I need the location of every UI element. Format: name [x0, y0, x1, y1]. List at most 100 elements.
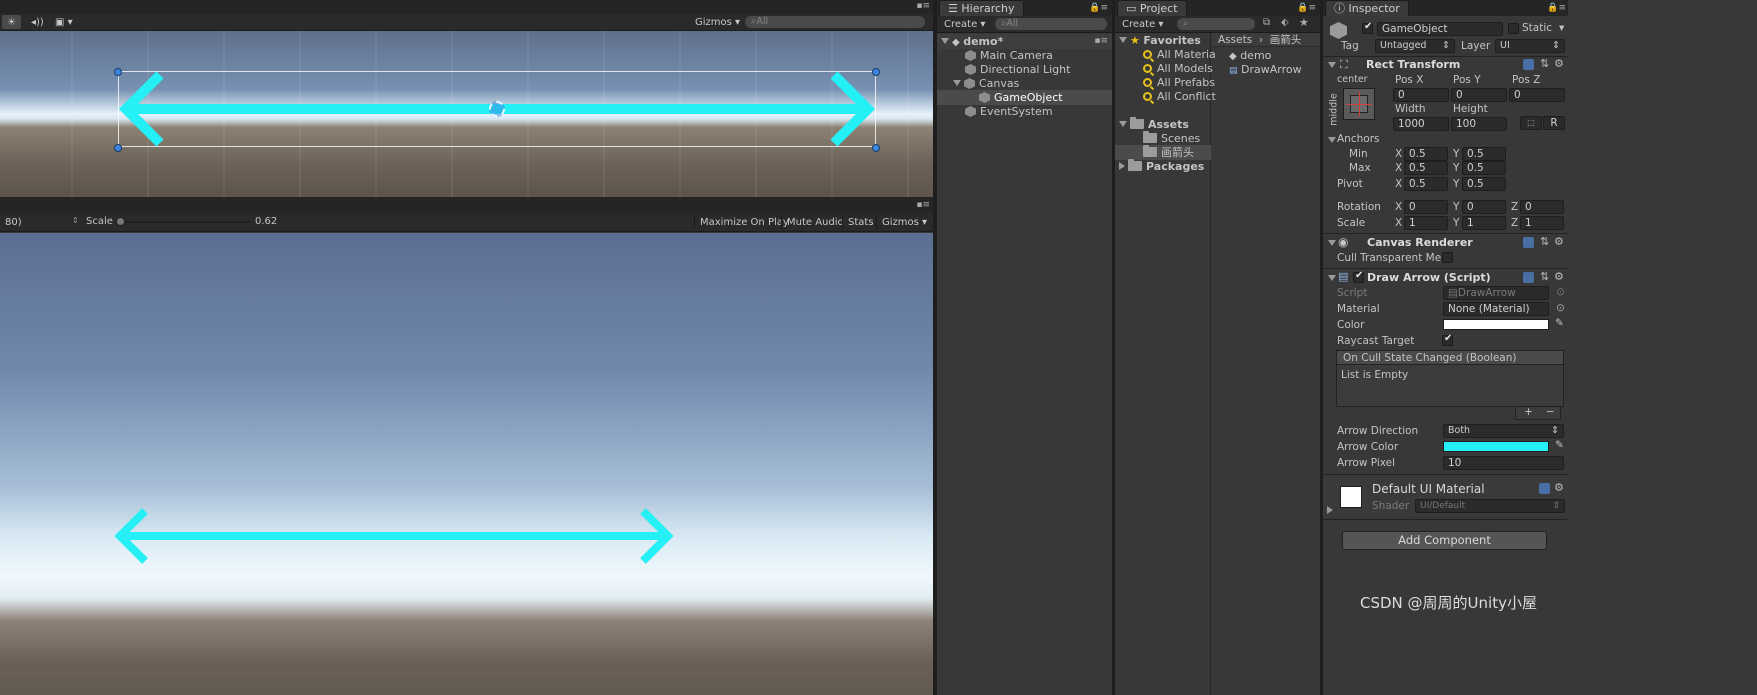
event-remove-button[interactable]: − [1546, 406, 1555, 418]
help-icon[interactable] [1523, 272, 1534, 283]
help-icon[interactable] [1523, 59, 1534, 70]
object-picker-icon[interactable]: ⊙ [1556, 302, 1565, 314]
canvas-renderer-header[interactable]: ◉ Canvas Renderer ⇅ ⚙ [1323, 235, 1568, 251]
hierarchy-item-eventsystem[interactable]: EventSystem [937, 104, 1112, 119]
event-add-button[interactable]: + [1524, 406, 1533, 418]
file-item-drawarrow[interactable]: ▤ DrawArrow [1229, 62, 1302, 77]
raycast-target-checkbox[interactable] [1442, 333, 1453, 346]
stats-toggle[interactable]: Stats [842, 215, 879, 229]
scene-viewport[interactable] [0, 31, 933, 197]
favorites-row[interactable]: ★ Favorites [1115, 33, 1201, 48]
preset-icon[interactable]: ⇅ [1540, 57, 1549, 70]
layer-dropdown[interactable]: UI ⇕ [1495, 39, 1565, 53]
gizmos-toggle[interactable]: Gizmos ▾ [876, 215, 932, 229]
anchor-max-y-input[interactable]: 0.5 [1462, 161, 1506, 175]
cull-transparent-checkbox[interactable] [1442, 252, 1453, 263]
panel-menu-icon[interactable]: ▪≡ [916, 1, 930, 11]
width-input[interactable]: 1000 [1393, 117, 1449, 131]
hierarchy-tab[interactable]: ☰ Hierarchy [939, 0, 1024, 16]
breadcrumb-assets[interactable]: Assets [1218, 34, 1252, 46]
posx-input[interactable]: 0 [1393, 88, 1449, 102]
raw-edit-button[interactable]: R [1543, 116, 1565, 130]
foldout-icon[interactable] [1328, 275, 1336, 281]
mute-audio-toggle[interactable]: Mute Audio [781, 215, 849, 229]
active-checkbox[interactable] [1362, 21, 1373, 34]
inspector-tab[interactable]: ⓘ Inspector [1325, 0, 1409, 16]
file-item-demo[interactable]: ◆ demo [1229, 48, 1271, 63]
anchor-min-y-input[interactable]: 0.5 [1462, 147, 1506, 161]
gear-icon[interactable]: ⚙ [1554, 270, 1564, 283]
scale-y-input[interactable]: 1 [1462, 216, 1506, 230]
foldout-icon[interactable] [1328, 137, 1336, 143]
static-checkbox[interactable] [1508, 23, 1519, 34]
scene-root-row[interactable]: ◆ demo* ▪≡ [937, 34, 1112, 49]
foldout-icon[interactable] [1328, 240, 1336, 246]
pivot-y-input[interactable]: 0.5 [1462, 177, 1506, 191]
component-enabled-checkbox[interactable] [1353, 270, 1364, 283]
scale-z-input[interactable]: 1 [1520, 216, 1564, 230]
favorite-item[interactable]: All Conflict [1115, 89, 1216, 104]
expand-icon[interactable] [1119, 37, 1127, 43]
expand-icon[interactable] [941, 38, 949, 44]
pivot-x-input[interactable]: 0.5 [1404, 177, 1448, 191]
lock-icon[interactable]: 🔒≡ [1089, 3, 1108, 13]
arrow-pixel-input[interactable]: 10 [1443, 456, 1564, 470]
foldout-icon[interactable] [1327, 506, 1333, 514]
hierarchy-item-canvas[interactable]: Canvas [937, 76, 1112, 91]
posz-input[interactable]: 0 [1509, 88, 1565, 102]
effects-toggle-icon[interactable]: ▣ ▾ [50, 15, 78, 29]
gear-icon[interactable]: ⚙ [1554, 57, 1564, 70]
rect-handle-top-right[interactable] [872, 68, 880, 76]
eyedropper-icon[interactable]: ✎ [1555, 317, 1564, 329]
rotation-z-input[interactable]: 0 [1520, 200, 1564, 214]
favorite-item[interactable]: All Materia [1115, 47, 1216, 62]
audio-toggle-icon[interactable]: ◂)) [26, 15, 49, 29]
maximize-on-play-toggle[interactable]: Maximize On Play [694, 215, 794, 229]
arrow-color-swatch[interactable] [1443, 441, 1549, 452]
light-toggle-icon[interactable]: ☀ [2, 15, 21, 29]
anchor-preset-button[interactable] [1343, 88, 1375, 120]
expand-icon[interactable] [1119, 162, 1125, 170]
hierarchy-search-input[interactable]: ⌕All [995, 18, 1107, 30]
packages-row[interactable]: Packages [1115, 159, 1204, 174]
expand-icon[interactable] [1119, 121, 1127, 127]
game-viewport[interactable] [0, 233, 933, 695]
foldout-icon[interactable] [1328, 62, 1336, 68]
help-icon[interactable] [1539, 483, 1550, 494]
rect-transform-header[interactable]: ⛶ Rect Transform ⇅ ⚙ [1323, 57, 1568, 73]
material-field[interactable]: None (Material) [1443, 302, 1549, 316]
posy-input[interactable]: 0 [1451, 88, 1507, 102]
panel-menu-icon[interactable]: ▪≡ [916, 200, 930, 210]
rect-handle-top-left[interactable] [114, 68, 122, 76]
hierarchy-item-gameobject[interactable]: GameObject [937, 90, 1112, 105]
preset-icon[interactable]: ⇅ [1540, 270, 1549, 283]
static-dropdown-icon[interactable]: ▾ [1559, 22, 1564, 34]
scene-search-input[interactable]: ⌕All [745, 16, 925, 28]
breadcrumb-folder[interactable]: 画箭头 [1270, 34, 1302, 46]
height-input[interactable]: 100 [1451, 117, 1507, 131]
rotation-y-input[interactable]: 0 [1462, 200, 1506, 214]
anchor-min-x-input[interactable]: 0.5 [1404, 147, 1448, 161]
hierarchy-item-main-camera[interactable]: Main Camera [937, 48, 1112, 63]
blueprint-mode-button[interactable]: ⬚ [1520, 116, 1542, 130]
filter-type-icon[interactable]: ⧉ [1263, 17, 1270, 28]
project-create-button[interactable]: Create ▾ [1117, 17, 1168, 31]
object-picker-icon[interactable]: ⊙ [1556, 286, 1565, 298]
anchor-max-x-input[interactable]: 0.5 [1404, 161, 1448, 175]
aspect-dropdown[interactable]: 80) [0, 215, 27, 229]
gear-icon[interactable]: ⚙ [1554, 235, 1564, 248]
add-component-button[interactable]: Add Component [1342, 531, 1547, 550]
scale-slider-thumb[interactable] [116, 217, 125, 226]
object-name-input[interactable]: GameObject [1377, 22, 1503, 36]
expand-icon[interactable] [953, 80, 961, 86]
draw-arrow-header[interactable]: ▤ Draw Arrow (Script) ⇅ ⚙ [1323, 270, 1568, 286]
rect-handle-bottom-left[interactable] [114, 144, 122, 152]
favorite-item[interactable]: All Prefabs [1115, 75, 1215, 90]
pivot-handle-icon[interactable] [489, 101, 505, 117]
lock-icon[interactable]: 🔒≡ [1297, 3, 1316, 13]
scene-menu-icon[interactable]: ▪≡ [1094, 34, 1108, 49]
filter-label-icon[interactable]: ⬖ [1281, 17, 1289, 28]
arrow-direction-dropdown[interactable]: Both ⇕ [1443, 424, 1564, 438]
favorite-star-icon[interactable]: ★ [1299, 16, 1309, 29]
scale-x-input[interactable]: 1 [1404, 216, 1448, 230]
